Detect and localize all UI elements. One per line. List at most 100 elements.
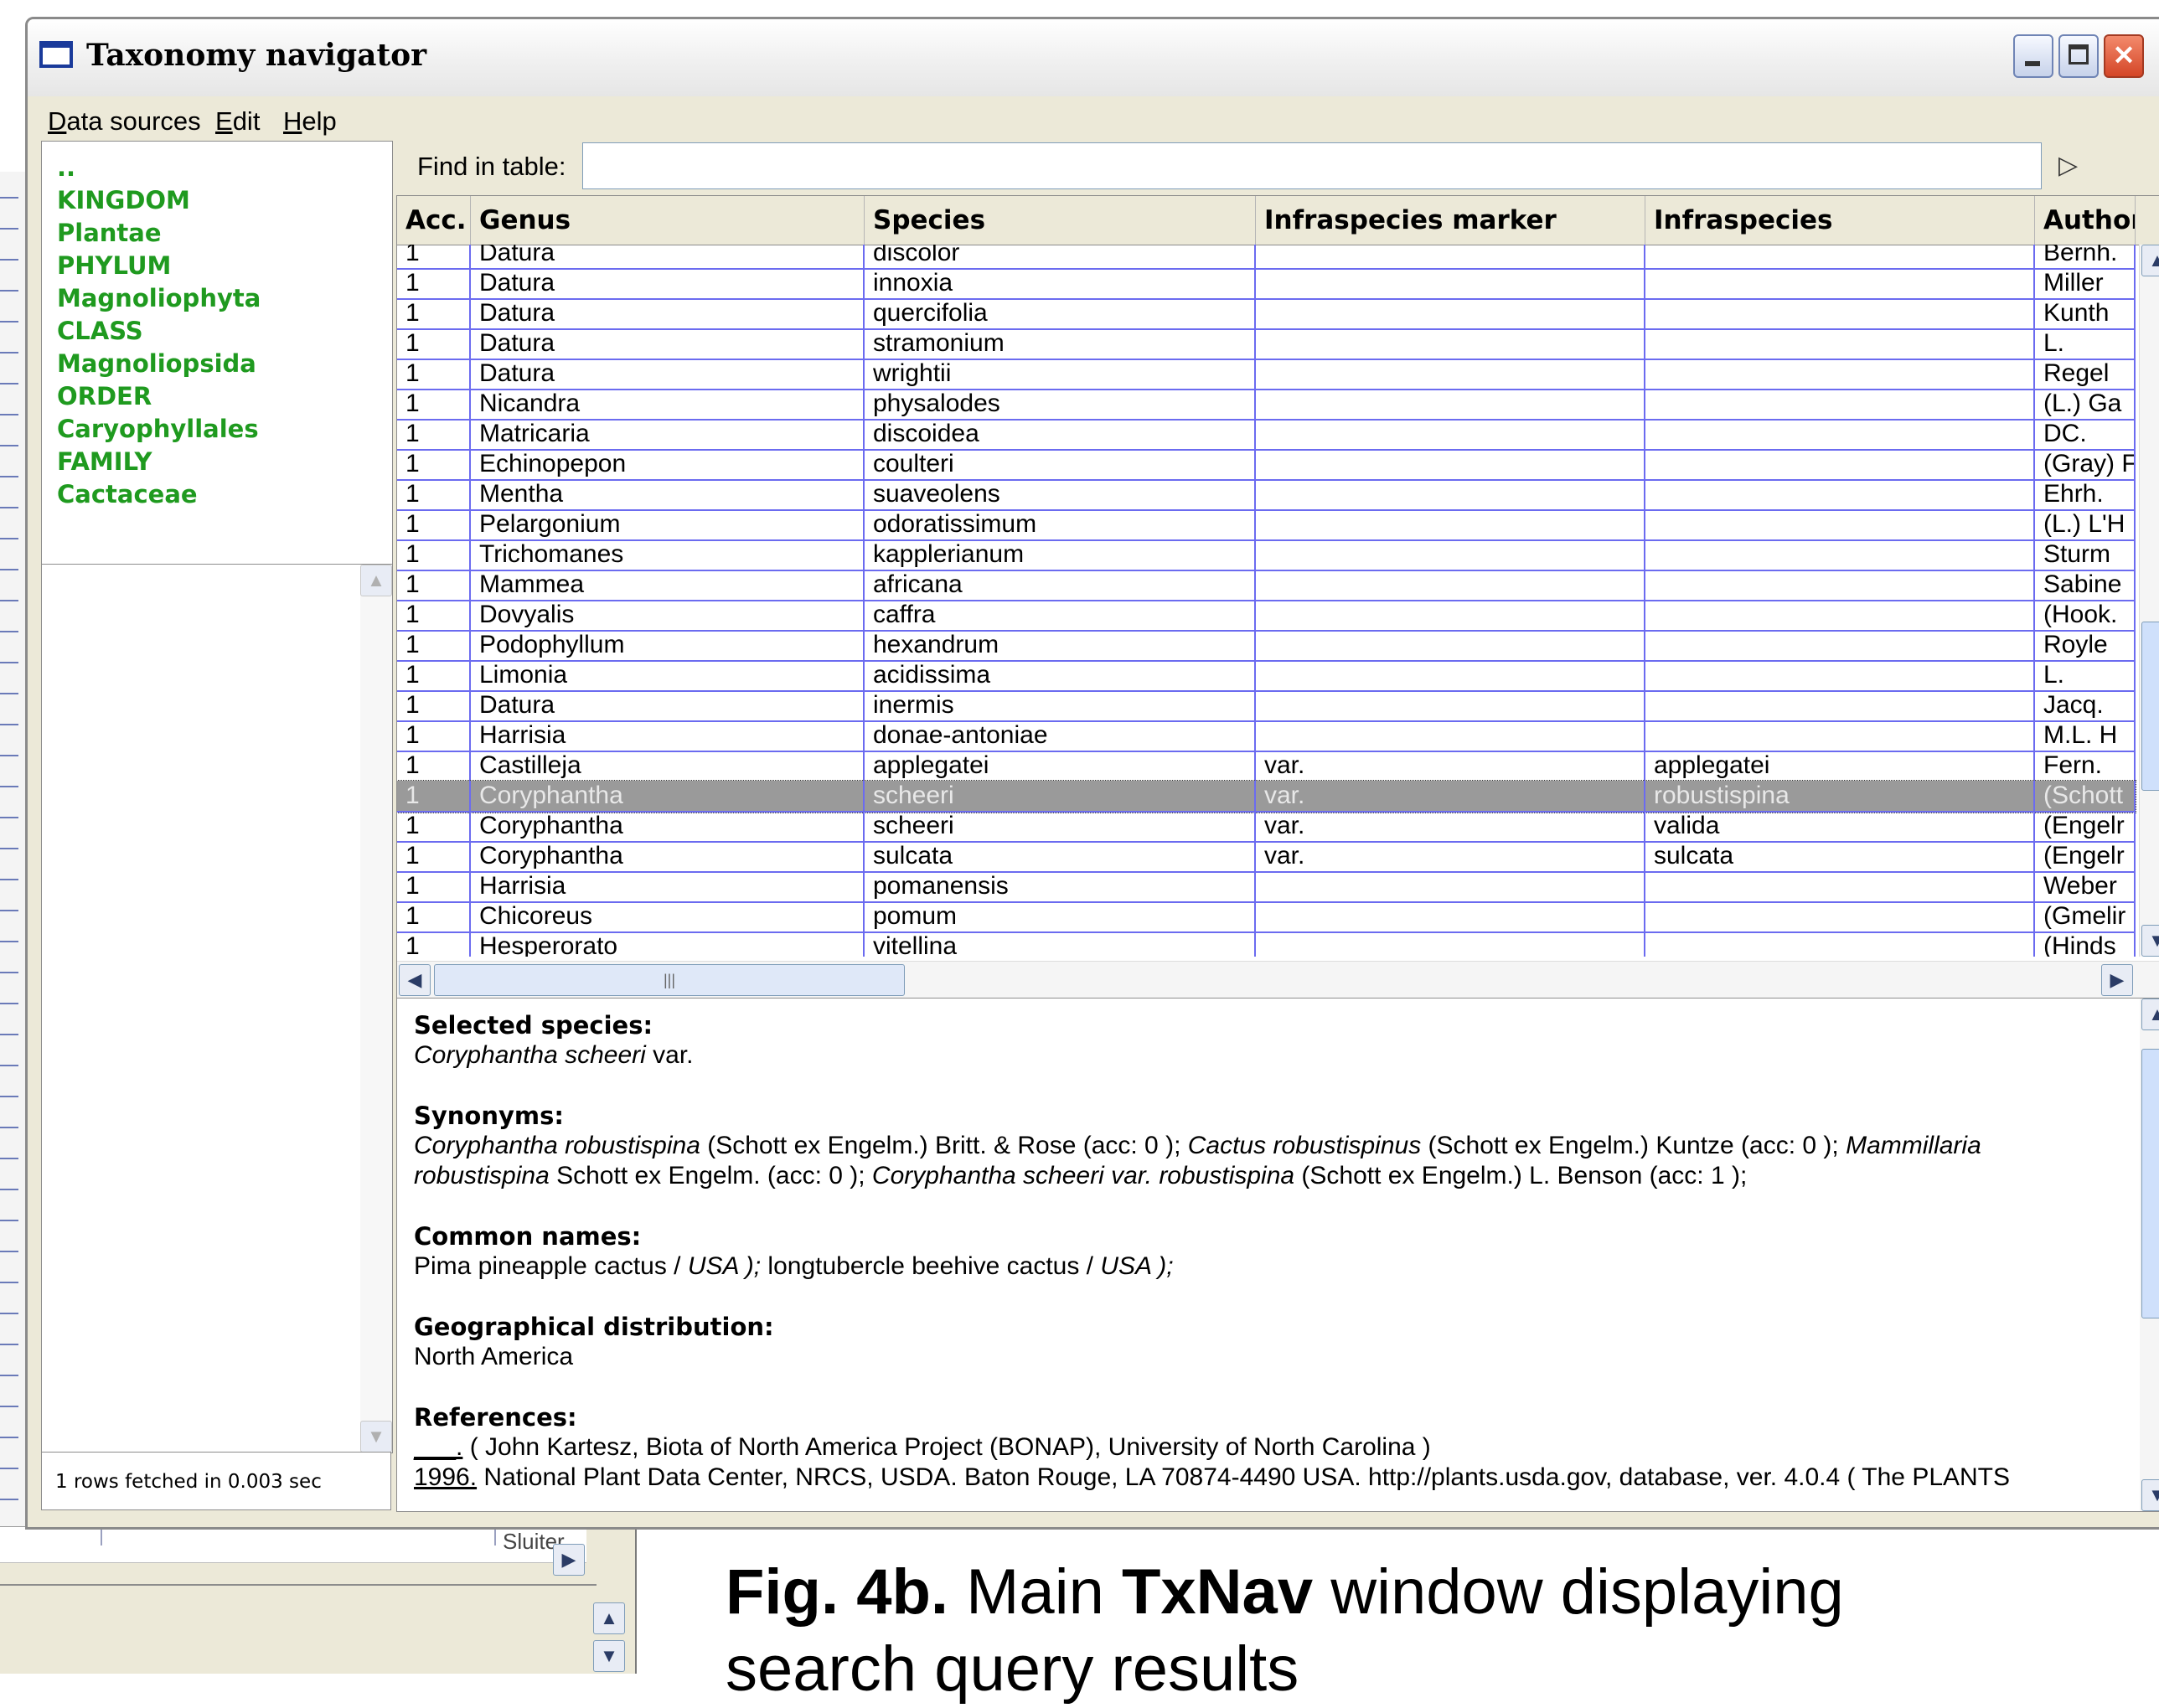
background-tick xyxy=(0,1189,18,1190)
tree-item[interactable]: KINGDOM xyxy=(57,186,190,214)
tree-item[interactable]: Magnoliophyta xyxy=(57,284,261,312)
table-row[interactable]: 1 Datura inermis Jacq. xyxy=(397,690,2136,722)
left-scrollbar[interactable]: ▲ ▼ xyxy=(360,565,392,1453)
find-input[interactable] xyxy=(582,142,2042,189)
tree-item[interactable]: Plantae xyxy=(57,219,162,247)
table-row[interactable]: 1 Trichomanes kapplerianum Sturm xyxy=(397,539,2136,571)
column-header-genus[interactable]: Genus xyxy=(471,196,865,245)
references-section: References: ___. ( John Kartesz, Biota o… xyxy=(414,1403,2011,1491)
geographical-distribution-section: Geographical distribution: North America xyxy=(414,1312,774,1372)
background-tick xyxy=(0,693,18,694)
column-header-species[interactable]: Species xyxy=(865,196,1256,245)
scroll-up-button[interactable]: ▲ xyxy=(2141,245,2159,276)
table-cell xyxy=(1256,245,1645,268)
table-row[interactable]: 1 Limonia acidissima L. xyxy=(397,660,2136,692)
table-row[interactable]: 1 Datura quercifolia Kunth xyxy=(397,298,2136,330)
tree-item[interactable]: CLASS xyxy=(57,317,143,345)
background-tick xyxy=(0,755,18,756)
table-cell: Jacq. xyxy=(2035,690,2136,720)
table-row[interactable]: 1 Coryphantha scheeri var. valida (Engelr xyxy=(397,811,2136,843)
tree-item[interactable]: ORDER xyxy=(57,382,152,410)
close-button[interactable]: ✕ xyxy=(2104,34,2144,78)
tree-item[interactable]: Magnoliopsida xyxy=(57,349,256,378)
table-row[interactable]: 1 Dovyalis caffra (Hook. xyxy=(397,600,2136,632)
table-row[interactable]: 1 Podophyllum hexandrum Royle xyxy=(397,630,2136,662)
minimize-button[interactable] xyxy=(2013,34,2053,78)
scroll-thumb[interactable] xyxy=(2141,1049,2159,1318)
table-row[interactable]: 1 Datura innoxia Miller xyxy=(397,268,2136,300)
table-row[interactable]: 1 Castilleja applegatei var. applegatei Fern. xyxy=(397,751,2136,782)
table-row[interactable]: 1 Harrisia pomanensis Weber xyxy=(397,871,2136,903)
column-header-infraspecies-marker[interactable]: Infraspecies marker xyxy=(1256,196,1645,245)
column-header-acc[interactable]: Acc. xyxy=(397,196,471,245)
table-cell: 1 xyxy=(397,245,471,268)
table-row[interactable]: 1 Datura stramonium L. xyxy=(397,328,2136,360)
table-row[interactable]: 1 Echinopepon coulteri (Gray) F xyxy=(397,449,2136,481)
table-cell: 1 xyxy=(397,509,471,539)
background-tick xyxy=(0,352,18,353)
table-row[interactable]: 1 Datura discolor Bernh. xyxy=(397,245,2136,270)
scroll-thumb[interactable]: ||| xyxy=(434,964,905,996)
table-row[interactable]: 1 Pelargonium odoratissimum (L.) L'H xyxy=(397,509,2136,541)
table-row[interactable]: 1 Coryphantha scheeri var. robustispina (Scho… xyxy=(397,780,2136,813)
status-bar: 1 rows fetched in 0.003 sec xyxy=(41,1452,391,1510)
scroll-down-button[interactable]: ▼ xyxy=(2141,925,2159,957)
table-row[interactable]: 1 Nicandra physalodes (L.) Ga xyxy=(397,389,2136,421)
tree-item[interactable]: FAMILY xyxy=(57,447,152,476)
table-cell: robustispina xyxy=(1645,781,2035,811)
table-cell: Coryphantha xyxy=(471,781,865,811)
table-cell: Datura xyxy=(471,328,865,359)
table-cell: Fern. xyxy=(2035,751,2136,781)
table-cell: Miller xyxy=(2035,268,2136,298)
table-row[interactable]: 1 Matricaria discoidea DC. xyxy=(397,419,2136,451)
scroll-down-button[interactable]: ▼ xyxy=(2141,1479,2159,1511)
scroll-right-button[interactable]: ▶ xyxy=(2101,964,2133,996)
tree-item-parent[interactable]: .. xyxy=(57,153,75,182)
scroll-left-button[interactable]: ◀ xyxy=(399,964,431,996)
tree-item[interactable]: Cactaceae xyxy=(57,480,198,508)
menu-edit[interactable]: Edit xyxy=(215,106,260,137)
background-scroll-up-button[interactable]: ▲ xyxy=(593,1602,625,1634)
background-scroll-down-button[interactable]: ▼ xyxy=(593,1640,625,1672)
scroll-up-button[interactable]: ▲ xyxy=(2141,998,2159,1030)
scroll-up-button[interactable]: ▲ xyxy=(360,565,392,596)
table-cell: kapplerianum xyxy=(865,539,1256,570)
table-cell: Trichomanes xyxy=(471,539,865,570)
background-tick xyxy=(0,538,18,539)
table-row[interactable]: 1 Mentha suaveolens Ehrh. xyxy=(397,479,2136,511)
scroll-down-button[interactable]: ▼ xyxy=(360,1421,392,1453)
selected-species-heading: Selected species: xyxy=(414,1011,653,1040)
scroll-thumb[interactable] xyxy=(2141,622,2159,791)
title-bar[interactable]: Taxonomy navigator ✕ xyxy=(28,19,2159,97)
table-row[interactable]: 1 Mammea africana Sabine xyxy=(397,570,2136,601)
table-cell: var. xyxy=(1256,751,1645,781)
table-cell: discoidea xyxy=(865,419,1256,449)
table-horizontal-scrollbar[interactable]: ◀ ||| ▶ xyxy=(397,961,2159,998)
table-cell xyxy=(1645,245,2035,268)
table-cell: applegatei xyxy=(865,751,1256,781)
cell-separator xyxy=(101,1527,102,1545)
background-tick xyxy=(0,879,18,880)
table-row[interactable]: 1 Hesperorato vitellina (Hinds xyxy=(397,931,2136,957)
table-cell xyxy=(1645,389,2035,419)
reference-link[interactable]: 1996. xyxy=(414,1463,477,1491)
background-scroll-right-button[interactable]: ▶ xyxy=(553,1544,585,1576)
table-cell: Chicoreus xyxy=(471,901,865,931)
tree-item[interactable]: PHYLUM xyxy=(57,251,171,280)
background-tick xyxy=(0,383,18,384)
menu-data-sources[interactable]: Data sources xyxy=(48,106,201,137)
table-vertical-scrollbar[interactable]: ▲ ▼ xyxy=(2139,245,2159,957)
column-header-author[interactable]: Author xyxy=(2035,196,2136,245)
tree-item[interactable]: Caryophyllales xyxy=(57,415,259,443)
table-row[interactable]: 1 Datura wrightii Regel xyxy=(397,359,2136,390)
column-header-infraspecies[interactable]: Infraspecies xyxy=(1645,196,2035,245)
table-cell: 1 xyxy=(397,328,471,359)
table-row[interactable]: 1 Harrisia donae-antoniae M.L. H xyxy=(397,720,2136,752)
table-row[interactable]: 1 Coryphantha sulcata var. sulcata (Engelr xyxy=(397,841,2136,873)
details-scrollbar[interactable]: ▲ ▼ xyxy=(2140,998,2159,1511)
menu-help[interactable]: Help xyxy=(283,106,337,137)
maximize-button[interactable] xyxy=(2058,34,2099,78)
table-row[interactable]: 1 Chicoreus pomum (Gmelir xyxy=(397,901,2136,933)
find-go-icon[interactable]: ▷ xyxy=(2058,151,2092,184)
reference-link[interactable]: ___. xyxy=(414,1433,462,1461)
